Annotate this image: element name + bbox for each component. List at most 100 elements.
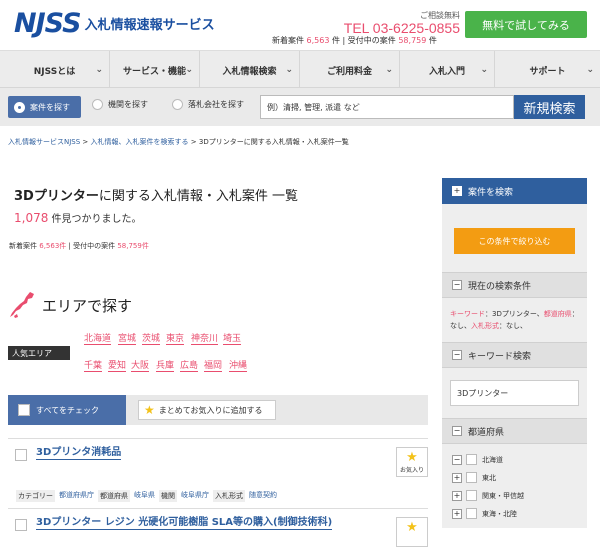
radio-label: 案件を探す bbox=[30, 102, 70, 112]
keyword-search-header[interactable]: − キーワード検索 bbox=[442, 342, 587, 368]
check-all-button[interactable]: すべてをチェック bbox=[8, 395, 126, 425]
title-rest: に関する入札情報・入札案件 一覧 bbox=[98, 189, 298, 204]
nav-item-support[interactable]: サポート ⌄ bbox=[495, 51, 600, 89]
radio-label: 機関を探す bbox=[108, 100, 148, 109]
minus-icon: − bbox=[452, 280, 462, 290]
meta-value[interactable]: 岐阜県庁 bbox=[181, 490, 209, 502]
nav-label: サービス・機能 bbox=[122, 66, 186, 77]
nav-label: サポート bbox=[529, 66, 566, 77]
current-conditions: キーワード：3Dプリンター、都道府県：なし、入札形式：なし、 bbox=[450, 308, 582, 332]
pref-link[interactable]: 東京 bbox=[166, 334, 185, 345]
radio-icon bbox=[92, 99, 103, 110]
checkbox-icon[interactable] bbox=[466, 472, 477, 483]
main-nav: NJSSとは ⌄ サービス・機能 ⌄ 入札情報検索 ⌄ ご利用料金 ⌄ 入札入門… bbox=[0, 50, 600, 89]
breadcrumb-search[interactable]: 入札情報、入札案件を検索する bbox=[91, 138, 189, 146]
result-title-link[interactable]: 3Dプリンター レジン 光硬化可能樹脂 SLA等の購入(制御技術科) bbox=[36, 517, 333, 530]
result-item: 3Dプリンター レジン 光硬化可能樹脂 SLA等の購入(制御技術科) ★ bbox=[8, 508, 428, 547]
phone-number[interactable]: TEL 03-6225-0855 bbox=[344, 21, 460, 35]
nav-item-pricing[interactable]: ご利用料金 ⌄ bbox=[300, 51, 400, 89]
meta-value[interactable]: 都道府県庁 bbox=[59, 490, 94, 502]
checkbox-icon[interactable] bbox=[466, 508, 477, 519]
pref-link[interactable]: 神奈川 bbox=[191, 334, 219, 345]
pref-link[interactable]: 埼玉 bbox=[223, 334, 242, 345]
favorite-button[interactable]: ★ お気入り bbox=[396, 447, 428, 477]
pref-filter-item[interactable]: + 関東・甲信越 bbox=[452, 490, 524, 501]
check-all-label: すべてをチェック bbox=[36, 405, 99, 415]
japan-map-icon bbox=[10, 292, 34, 318]
checkbox-icon[interactable] bbox=[466, 490, 477, 501]
search-type-projects[interactable]: 案件を探す bbox=[8, 96, 81, 118]
open-count: 58,759 bbox=[398, 36, 427, 45]
pref-link[interactable]: 福岡 bbox=[204, 361, 223, 372]
pref-filter-item[interactable]: + 東北 bbox=[452, 472, 496, 483]
sidebar-header-label: 案件を検索 bbox=[468, 187, 514, 198]
nav-item-about[interactable]: NJSSとは ⌄ bbox=[0, 51, 110, 89]
pref-filter-label: 北海道 bbox=[482, 455, 503, 464]
meta-label: 機関 bbox=[159, 490, 177, 502]
pref-link[interactable]: 広島 bbox=[180, 361, 199, 372]
pref-link[interactable]: 宮城 bbox=[118, 334, 137, 345]
star-icon: ★ bbox=[406, 450, 418, 465]
prefecture-header[interactable]: − 都道府県 bbox=[442, 418, 587, 444]
result-title-link[interactable]: 3Dプリンタ消耗品 bbox=[36, 447, 122, 460]
chevron-down-icon: ⌄ bbox=[185, 65, 193, 75]
plus-icon: + bbox=[452, 472, 462, 483]
chevron-down-icon: ⌄ bbox=[285, 65, 293, 75]
meta-value[interactable]: 随意契約 bbox=[249, 490, 277, 502]
favorite-button[interactable]: ★ bbox=[396, 517, 428, 547]
nav-item-intro[interactable]: 入札入門 ⌄ bbox=[400, 51, 495, 89]
fav-all-label: まとめてお気入りに追加する bbox=[158, 405, 263, 415]
narrow-search-button[interactable]: この条件で絞り込む bbox=[454, 228, 575, 254]
radio-icon bbox=[172, 99, 183, 110]
free-trial-button[interactable]: 無料で試してみる bbox=[465, 11, 587, 38]
breadcrumb-current: 3Dプリンターに関する入札情報・入札案件一覧 bbox=[198, 138, 349, 146]
open-label: 受付中の案件 bbox=[73, 242, 116, 250]
pref-filter-item[interactable]: − 北海道 bbox=[452, 454, 503, 465]
star-icon: ★ bbox=[144, 403, 155, 417]
site-header: NJSS 入札情報速報サービス ご相談無料 TEL 03-6225-0855 新… bbox=[0, 0, 600, 50]
pref-filter-item[interactable]: + 東海・北陸 bbox=[452, 508, 517, 519]
result-checkbox[interactable] bbox=[15, 519, 27, 531]
cond-value: ：3Dプリンター、 bbox=[485, 310, 544, 318]
logo-text: 入札情報速報サービス bbox=[84, 18, 215, 33]
result-meta: カテゴリー 都道府県庁 都道府県 岐阜県 機関 岐阜県庁 入札形式 随意契約 bbox=[16, 490, 277, 502]
pref-link[interactable]: 茨城 bbox=[142, 334, 161, 345]
pref-link[interactable]: 兵庫 bbox=[156, 361, 175, 372]
pref-link[interactable]: 沖縄 bbox=[229, 361, 248, 372]
plus-icon: + bbox=[452, 186, 462, 196]
new-unit: 件 bbox=[332, 36, 340, 45]
breadcrumb-home[interactable]: 入札情報サービスNJSS bbox=[8, 138, 80, 146]
meta-value[interactable]: 岐阜県 bbox=[134, 490, 155, 502]
pref-link[interactable]: 千葉 bbox=[84, 361, 103, 372]
search-bar: 案件を探す 機関を探す 落札会社を探す 例）清掃, 管理, 派遣 など 新規検索 bbox=[0, 88, 600, 126]
nav-label: NJSSとは bbox=[33, 66, 76, 77]
nav-label: ご利用料金 bbox=[326, 66, 372, 77]
favorite-label: お気入り bbox=[399, 467, 424, 474]
pref-link[interactable]: 北海道 bbox=[84, 334, 112, 345]
pref-filter-label: 東北 bbox=[482, 473, 496, 482]
current-conditions-header[interactable]: − 現在の検索条件 bbox=[442, 272, 587, 298]
pref-filter-label: 関東・甲信越 bbox=[482, 491, 524, 500]
logo-mark: NJSS bbox=[14, 8, 82, 39]
breadcrumb-sep: > bbox=[82, 138, 89, 146]
nav-label: 入札入門 bbox=[428, 66, 465, 77]
meta-label: カテゴリー bbox=[16, 490, 55, 502]
sidebar-keyword-input[interactable]: 3Dプリンター bbox=[450, 380, 579, 406]
cond-value: ：なし、 bbox=[499, 322, 527, 330]
search-type-agencies[interactable]: 機関を探す bbox=[92, 99, 148, 110]
pref-link[interactable]: 愛知 bbox=[108, 361, 127, 372]
nav-item-services[interactable]: サービス・機能 ⌄ bbox=[110, 51, 200, 89]
found-count: 1,078 bbox=[14, 211, 49, 225]
pref-link[interactable]: 大阪 bbox=[131, 361, 150, 372]
new-search-button[interactable]: 新規検索 bbox=[514, 95, 585, 119]
checkbox-icon[interactable] bbox=[466, 454, 477, 465]
keyword-search-input[interactable]: 例）清掃, 管理, 派遣 など bbox=[260, 95, 514, 119]
breadcrumb-sep: > bbox=[190, 138, 197, 146]
plus-icon: + bbox=[452, 490, 462, 501]
result-checkbox[interactable] bbox=[15, 449, 27, 461]
sub-counts: 新着案件 6,563件 | 受付中の案件 58,759件 bbox=[9, 241, 149, 251]
logo[interactable]: NJSS 入札情報速報サービス bbox=[14, 8, 215, 39]
add-all-favorites-button[interactable]: ★ まとめてお気入りに追加する bbox=[138, 400, 276, 420]
nav-item-search[interactable]: 入札情報検索 ⌄ bbox=[200, 51, 300, 89]
search-type-winners[interactable]: 落札会社を探す bbox=[172, 99, 244, 110]
